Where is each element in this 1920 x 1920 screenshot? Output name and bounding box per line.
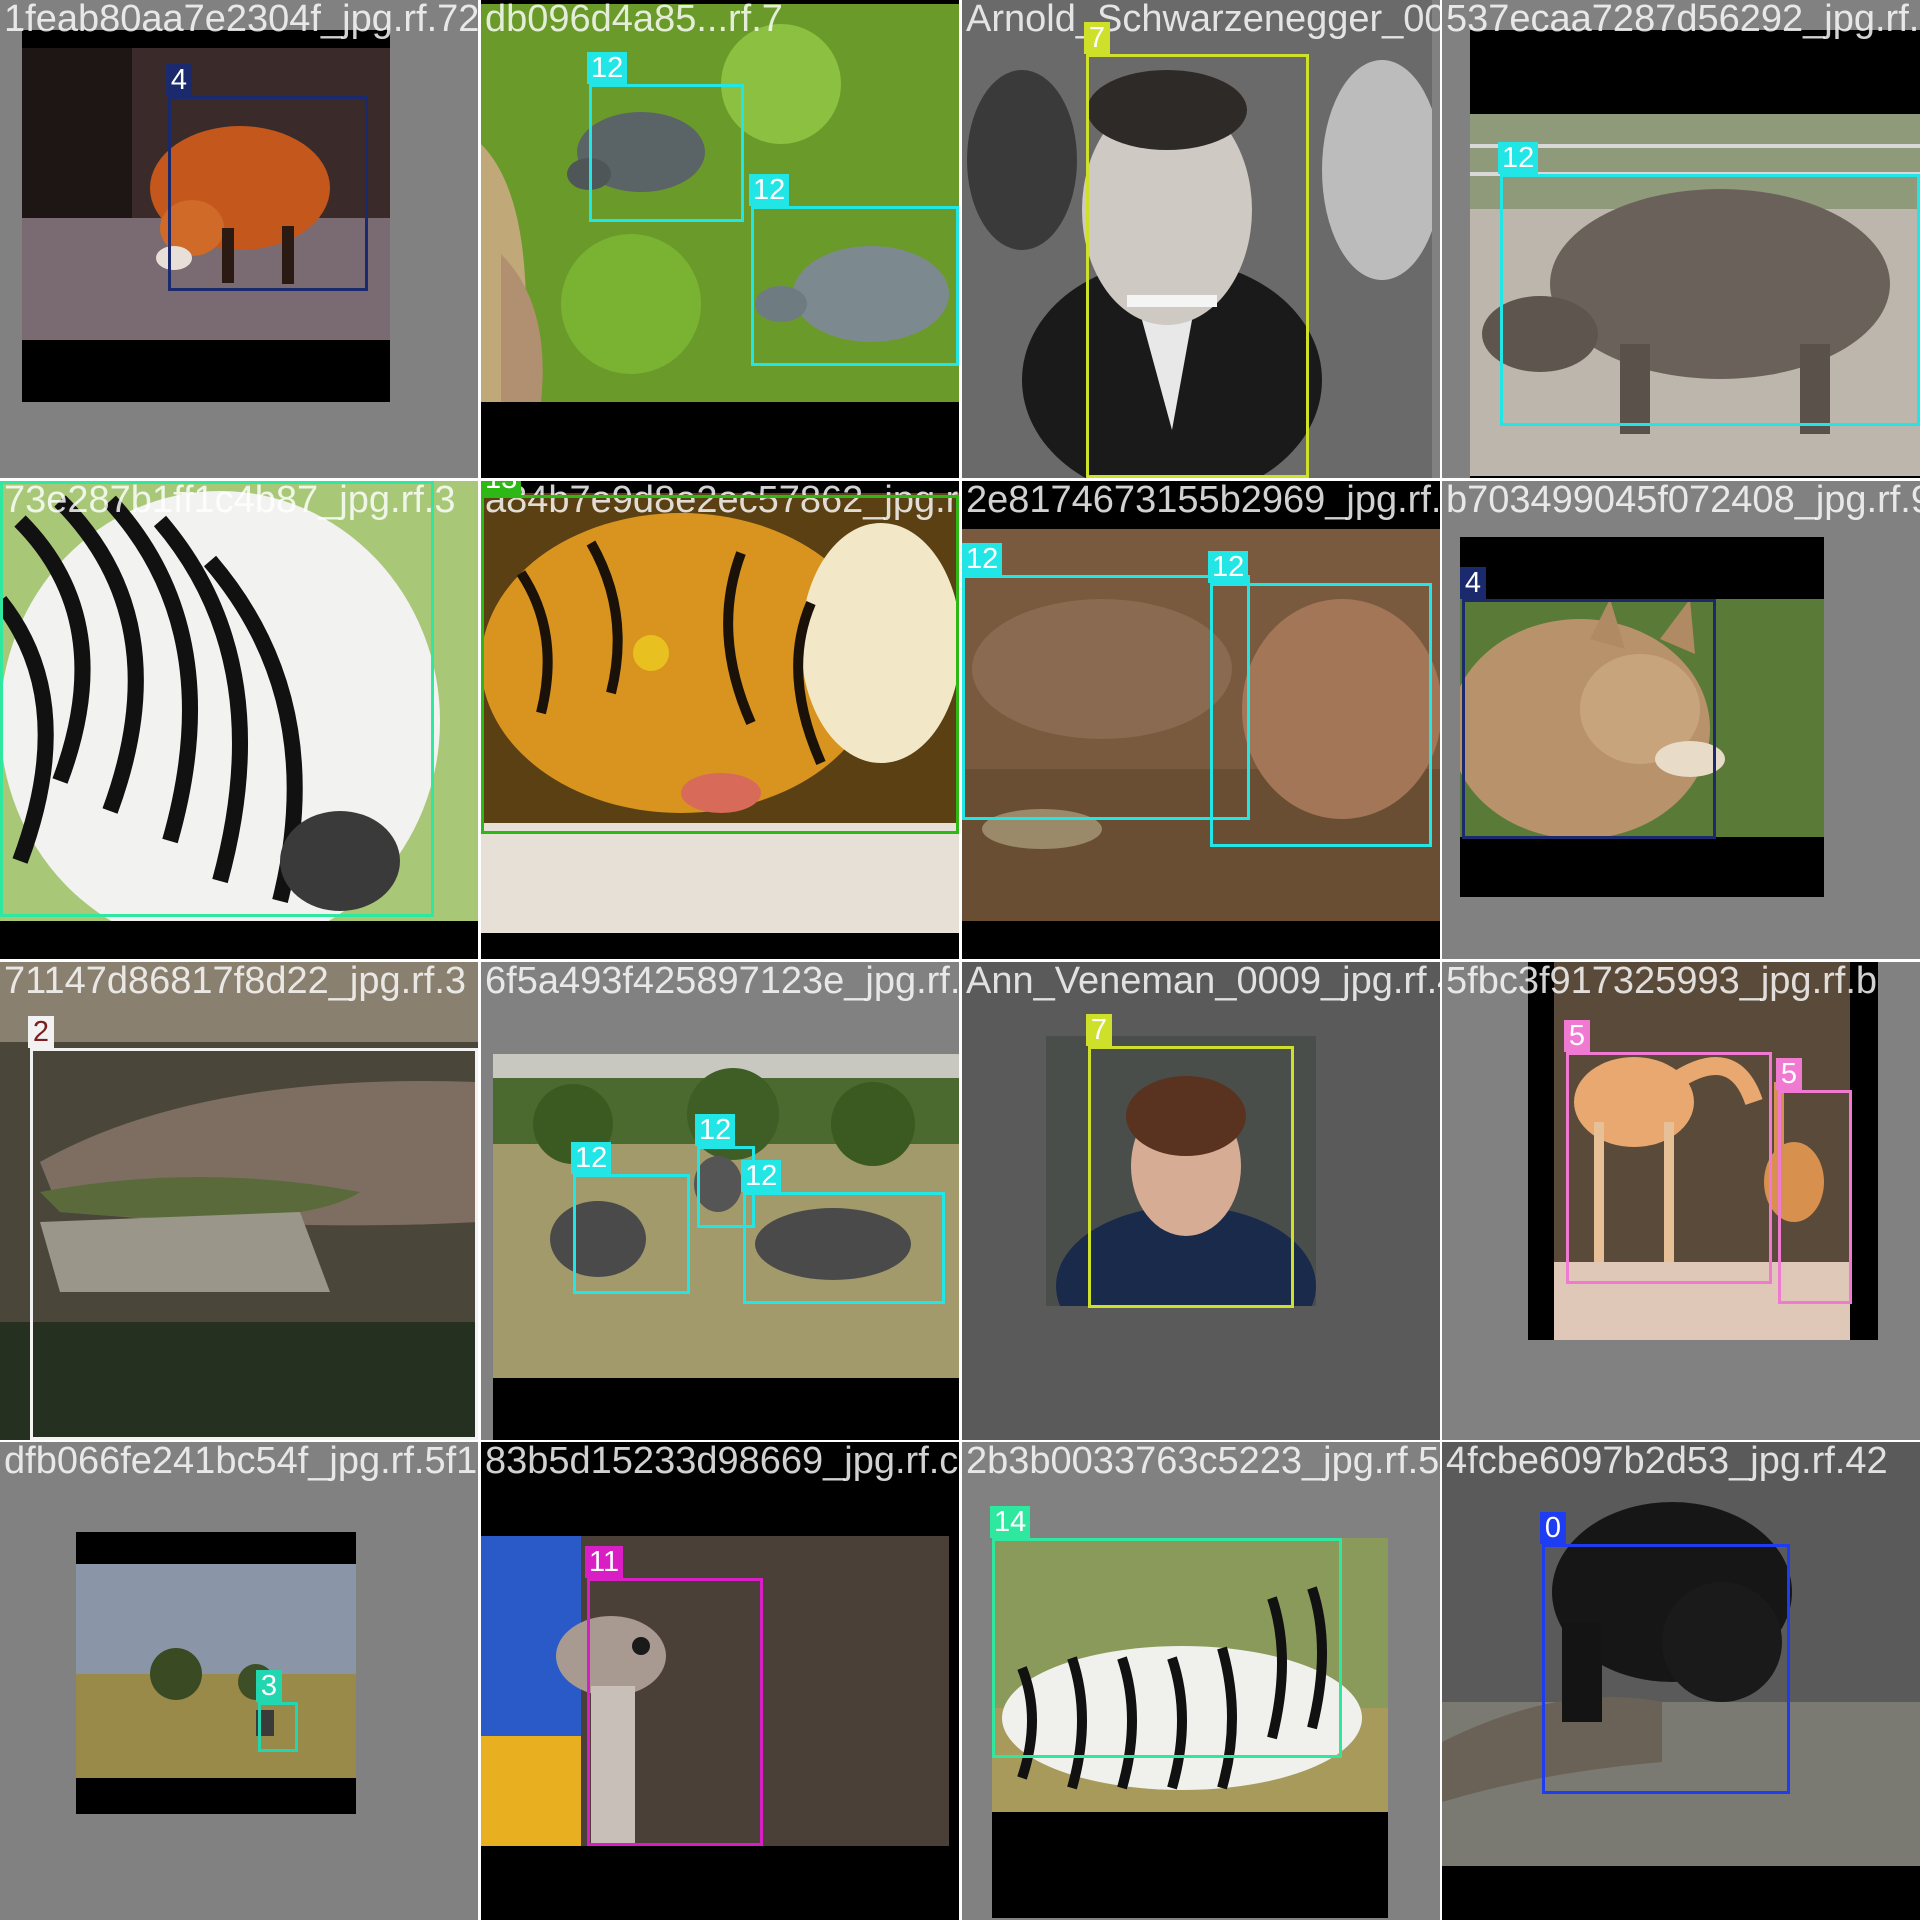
tile-filename: b703499045f072408_jpg.rf.9 bbox=[1446, 481, 1920, 521]
class-label: 3 bbox=[256, 1670, 282, 1702]
class-label: 12 bbox=[571, 1142, 612, 1174]
class-label: 12 bbox=[695, 1114, 736, 1146]
bounding-box bbox=[0, 481, 434, 917]
tile-filename: 4fcbe6097b2d53_jpg.rf.42 bbox=[1446, 1442, 1888, 1482]
bounding-box bbox=[258, 1702, 298, 1752]
tile-zebra-head: 73e287b1ff1c4b87_jpg.rf.3 14 bbox=[0, 481, 478, 959]
bounding-box bbox=[573, 1174, 690, 1294]
bounding-box bbox=[30, 1048, 478, 1440]
bounding-box bbox=[1500, 174, 1920, 426]
tile-tiger: a84b7e9d8e2ec57862_jpg.rf.6 13 bbox=[481, 481, 959, 959]
bounding-box bbox=[1566, 1052, 1772, 1284]
class-label: 12 bbox=[1208, 551, 1249, 583]
class-label: 2 bbox=[28, 1016, 54, 1048]
bounding-box bbox=[1462, 599, 1716, 839]
tile-ostrich: 83b5d15233d98669_jpg.rf.c 11 bbox=[481, 1442, 959, 1920]
tile-filename: Ann_Veneman_0009_jpg.rf.4 bbox=[966, 962, 1440, 1002]
class-label: 12 bbox=[962, 543, 1003, 575]
class-label: 7 bbox=[1084, 22, 1110, 54]
tile-crocodile: 71147d86817f8d22_jpg.rf.3 2 bbox=[0, 962, 478, 1440]
photo-elephant bbox=[76, 1564, 356, 1778]
tile-elephant: dfb066fe241bc54f_jpg.rf.5f1 3 bbox=[0, 1442, 478, 1920]
class-label: 5 bbox=[1564, 1020, 1590, 1052]
bounding-box bbox=[587, 1578, 763, 1846]
bounding-box bbox=[168, 96, 368, 291]
class-label: 12 bbox=[741, 1160, 782, 1192]
tile-woman: Ann_Veneman_0009_jpg.rf.4 7 bbox=[962, 962, 1440, 1440]
class-label: 4 bbox=[166, 64, 192, 96]
class-label: 5 bbox=[1776, 1058, 1802, 1090]
tile-rhinos-savanna: 6f5a493f425897123e_jpg.rf.b 12 12 12 bbox=[481, 962, 959, 1440]
bounding-box bbox=[1542, 1544, 1790, 1794]
class-label: 12 bbox=[1498, 142, 1539, 174]
tile-zebra: 2b3b0033763c5223_jpg.rf.5 14 bbox=[962, 1442, 1440, 1920]
tile-filename: dfb066fe241bc54f_jpg.rf.5f1 bbox=[4, 1442, 478, 1482]
class-label: 4 bbox=[1460, 567, 1486, 599]
tile-filename: db096d4a85...rf.7 bbox=[485, 0, 783, 40]
bounding-box bbox=[743, 1192, 945, 1304]
bounding-box bbox=[589, 84, 744, 222]
bounding-box bbox=[962, 575, 1250, 820]
tile-filename: 2e8174673155b2969_jpg.rf.b bbox=[966, 481, 1440, 521]
tile-filename: 83b5d15233d98669_jpg.rf.c bbox=[485, 1442, 959, 1482]
bounding-box bbox=[481, 495, 959, 834]
class-label: 7 bbox=[1086, 1014, 1112, 1046]
tile-filename: 71147d86817f8d22_jpg.rf.3 bbox=[4, 962, 467, 1002]
tile-bear: 4fcbe6097b2d53_jpg.rf.42 0 bbox=[1442, 1442, 1920, 1920]
class-label: 0 bbox=[1540, 1512, 1566, 1544]
tile-filename: 1feab80aa7e2304f_jpg.rf.72 bbox=[4, 0, 478, 40]
bounding-box bbox=[1210, 583, 1432, 847]
tile-filename: 2b3b0033763c5223_jpg.rf.5 bbox=[966, 1442, 1440, 1482]
bounding-box bbox=[1778, 1090, 1852, 1304]
tile-fox: 1feab80aa7e2304f_jpg.rf.72 4 bbox=[0, 0, 478, 478]
bounding-box bbox=[1086, 54, 1309, 478]
tile-coyote: b703499045f072408_jpg.rf.9 4 bbox=[1442, 481, 1920, 959]
tile-filename: 6f5a493f425897123e_jpg.rf.b bbox=[485, 962, 959, 1002]
tile-giraffes: 5fbc3f917325993_jpg.rf.b 5 5 bbox=[1442, 962, 1920, 1440]
bounding-box bbox=[992, 1538, 1342, 1758]
class-label: 11 bbox=[585, 1546, 624, 1578]
tile-filename: 5fbc3f917325993_jpg.rf.b bbox=[1446, 962, 1878, 1002]
tile-rhino-enclosure: 537ecaa7287d56292_jpg.rf.7 12 bbox=[1442, 0, 1920, 478]
bounding-box bbox=[751, 206, 959, 366]
tile-filename: Arnold_Schwarzenegger_0053_jpg.rf.7 bbox=[966, 0, 1440, 40]
class-label: 12 bbox=[587, 52, 628, 84]
class-label: 13 bbox=[481, 481, 522, 495]
tile-filename: 537ecaa7287d56292_jpg.rf.7 bbox=[1446, 0, 1920, 40]
tile-rhinos-mud: 2e8174673155b2969_jpg.rf.b 12 12 bbox=[962, 481, 1440, 959]
tile-rhinos-grass: db096d4a85...rf.7 12 12 bbox=[481, 0, 959, 478]
bounding-box bbox=[1088, 1046, 1294, 1308]
class-label: 14 bbox=[990, 1506, 1031, 1538]
tile-man-crowd: Arnold_Schwarzenegger_0053_jpg.rf.7 7 bbox=[962, 0, 1440, 478]
class-label: 12 bbox=[749, 174, 790, 206]
detection-mosaic: 1feab80aa7e2304f_jpg.rf.72 4 db096d4a85.… bbox=[0, 0, 1920, 1920]
